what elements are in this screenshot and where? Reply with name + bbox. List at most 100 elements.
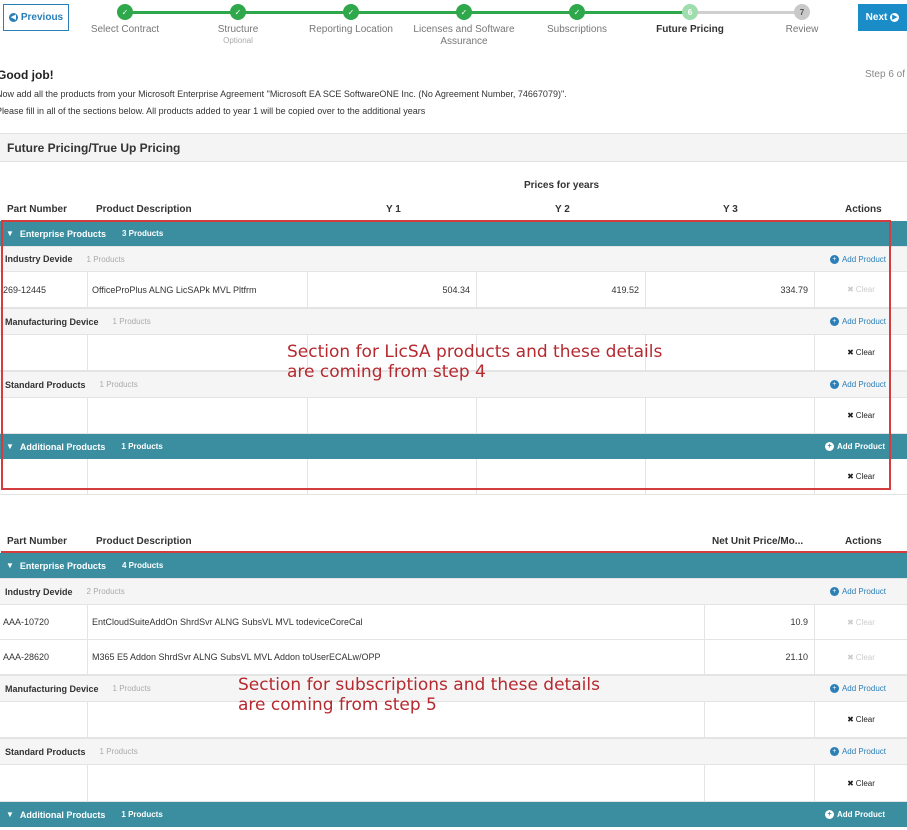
add-product-button[interactable]: + Add Product xyxy=(829,587,886,596)
band-title: Enterprise Products xyxy=(19,560,106,571)
add-product-label: Add Product xyxy=(841,587,886,596)
y3-price-input[interactable] xyxy=(646,459,815,494)
subscriptions-annotation-text: are coming from step 5 xyxy=(238,695,437,715)
add-product-label: Add Product xyxy=(837,810,885,819)
y3-price-input[interactable]: 334.79 xyxy=(646,272,815,307)
add-product-button[interactable]: + Add Product xyxy=(829,317,886,326)
intro-text: Please fill in all of the sections below… xyxy=(0,106,426,116)
step-structure[interactable]: ✓ Structure Optional xyxy=(178,4,298,46)
previous-button[interactable]: ◀ Previous xyxy=(3,4,69,31)
group-count: 1 Products xyxy=(99,747,138,756)
enterprise-products-band[interactable]: ▼ Enterprise Products 3 Products xyxy=(0,221,907,246)
clear-button[interactable]: ✖ Clear xyxy=(815,335,907,370)
column-header-y2: Y 2 xyxy=(555,204,570,215)
step-reporting-location[interactable]: ✓ Reporting Location xyxy=(291,4,411,36)
check-icon: ✓ xyxy=(569,4,585,20)
close-icon: ✖ xyxy=(847,715,854,724)
enterprise-products-band[interactable]: ▼ Enterprise Products 4 Products xyxy=(0,553,907,578)
group-name: Industry Devide xyxy=(5,254,73,264)
y1-price-input[interactable] xyxy=(308,459,477,494)
band-title: Enterprise Products xyxy=(19,228,106,239)
add-product-button[interactable]: + Add Product xyxy=(825,810,885,819)
part-number-cell[interactable] xyxy=(0,702,88,737)
y2-price-input[interactable]: 419.52 xyxy=(477,272,646,307)
net-price-input[interactable] xyxy=(705,702,815,737)
y3-price-input[interactable] xyxy=(646,398,815,433)
section-title: Future Pricing/True Up Pricing xyxy=(0,133,907,162)
band-count: 1 Products xyxy=(121,442,163,451)
y1-price-input[interactable]: 504.34 xyxy=(308,272,477,307)
add-product-label: Add Product xyxy=(841,254,886,264)
description-cell: EntCloudSuiteAddOn ShrdSvr ALNG SubsVL M… xyxy=(88,605,705,639)
plus-icon: + xyxy=(829,380,839,389)
table-row: AAA-10720 EntCloudSuiteAddOn ShrdSvr ALN… xyxy=(0,605,907,640)
plus-icon: + xyxy=(829,684,839,693)
add-product-label: Add Product xyxy=(837,442,885,451)
y2-price-input[interactable] xyxy=(477,459,646,494)
clear-button[interactable]: ✖ Clear xyxy=(815,272,907,307)
group-industry-devide: Industry Devide 2 Products + Add Product xyxy=(0,578,907,605)
additional-products-band[interactable]: ▼ Additional Products 1 Products + Add P… xyxy=(0,802,907,827)
part-number-cell[interactable] xyxy=(0,459,88,494)
group-count: 2 Products xyxy=(86,587,125,596)
group-name: Standard Products xyxy=(5,746,86,757)
prices-for-years-header: Prices for years xyxy=(524,180,600,191)
previous-label: Previous xyxy=(20,12,64,23)
y2-price-input[interactable] xyxy=(477,398,646,433)
group-name: Industry Devide xyxy=(5,586,73,597)
triangle-down-icon: ▼ xyxy=(6,561,14,570)
column-header-net-price: Net Unit Price/Mo... xyxy=(712,536,804,547)
check-icon: ✓ xyxy=(343,4,359,20)
clear-label: Clear xyxy=(855,411,875,420)
additional-products-band[interactable]: ▼ Additional Products 1 Products + Add P… xyxy=(0,434,907,459)
step-select-contract[interactable]: ✓ Select Contract xyxy=(65,4,185,36)
step-subscriptions[interactable]: ✓ Subscriptions xyxy=(517,4,637,36)
column-header-part-number: Part Number xyxy=(7,204,68,215)
add-product-button[interactable]: + Add Product xyxy=(829,254,886,264)
part-number-cell[interactable] xyxy=(0,398,88,433)
group-standard-products: Standard Products 1 Products + Add Produ… xyxy=(0,738,907,765)
description-cell: M365 E5 Addon ShrdSvr ALNG SubsVL MVL Ad… xyxy=(88,640,705,674)
clear-label: Clear xyxy=(855,285,875,294)
net-price-input[interactable]: 21.10 xyxy=(705,640,815,674)
band-count: 4 Products xyxy=(121,561,164,570)
licsa-annotation-text: Section for LicSA products and these det… xyxy=(287,342,663,362)
add-product-button[interactable]: + Add Product xyxy=(825,442,885,451)
add-product-button[interactable]: + Add Product xyxy=(829,380,886,389)
table-row: ✖ Clear xyxy=(0,765,907,802)
clear-button[interactable]: ✖ Clear xyxy=(815,398,907,433)
column-header-actions: Actions xyxy=(845,536,882,547)
page-heading: Good job! xyxy=(0,68,54,82)
step-label: Reporting Location xyxy=(309,24,393,35)
clear-button[interactable]: ✖ Clear xyxy=(815,640,907,674)
column-header-description: Product Description xyxy=(96,536,192,547)
band-count: 1 Products xyxy=(121,810,163,819)
step-label: Structure xyxy=(217,24,259,35)
next-button[interactable]: Next ▶ xyxy=(858,4,907,31)
step-review[interactable]: 7 Review xyxy=(742,4,862,36)
clear-button[interactable]: ✖ Clear xyxy=(815,702,907,737)
step-licenses-software-assurance[interactable]: ✓ Licenses and Software Assurance xyxy=(404,4,524,48)
add-product-button[interactable]: + Add Product xyxy=(829,747,886,756)
subscriptions-annotation-text: Section for subscriptions and these deta… xyxy=(238,675,600,695)
close-icon: ✖ xyxy=(847,778,854,788)
y1-price-input[interactable] xyxy=(308,398,477,433)
column-header-description: Product Description xyxy=(96,204,192,215)
close-icon: ✖ xyxy=(847,472,854,481)
step-future-pricing[interactable]: 6 Future Pricing xyxy=(630,4,750,36)
group-count: 1 Products xyxy=(112,317,151,326)
net-price-input[interactable] xyxy=(705,765,815,801)
net-price-input[interactable]: 10.9 xyxy=(705,605,815,639)
group-name: Manufacturing Device xyxy=(5,316,99,327)
add-product-label: Add Product xyxy=(841,684,886,693)
clear-button[interactable]: ✖ Clear xyxy=(815,605,907,639)
clear-button[interactable]: ✖ Clear xyxy=(815,459,907,494)
y3-price-input[interactable] xyxy=(646,335,815,370)
plus-icon: + xyxy=(829,587,839,596)
add-product-button[interactable]: + Add Product xyxy=(829,684,886,693)
part-number-cell[interactable] xyxy=(0,765,88,801)
clear-button[interactable]: ✖ Clear xyxy=(815,765,907,801)
add-product-label: Add Product xyxy=(841,317,886,326)
part-number-cell[interactable] xyxy=(0,335,88,370)
group-manufacturing-device: Manufacturing Device 1 Products + Add Pr… xyxy=(0,308,907,335)
